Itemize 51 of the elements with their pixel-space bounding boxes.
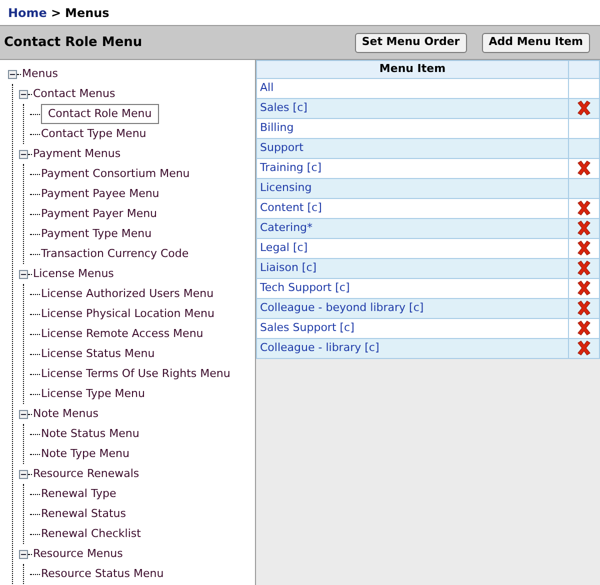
collapse-icon[interactable] (19, 470, 28, 478)
tree-item[interactable]: Renewal Checklist (41, 526, 141, 542)
column-header: Menu Item (256, 60, 568, 78)
collapse-icon[interactable] (19, 90, 28, 98)
delete-icon[interactable] (576, 260, 592, 276)
tree-item[interactable]: Payment Payee Menu (41, 186, 160, 202)
collapse-icon[interactable] (19, 270, 28, 278)
tree-item[interactable]: License Terms Of Use Rights Menu (41, 366, 230, 382)
delete-icon[interactable] (576, 320, 592, 336)
tree-item[interactable]: Resource Status Menu (41, 566, 164, 582)
tree-item[interactable]: License Menus (33, 266, 114, 282)
page-title: Contact Role Menu (4, 34, 144, 52)
tree-item[interactable]: Contact Menus (33, 86, 116, 102)
delete-icon[interactable] (576, 280, 592, 296)
delete-icon[interactable] (576, 160, 592, 176)
tree-item[interactable]: License Status Menu (41, 346, 155, 362)
tree-item[interactable]: License Remote Access Menu (41, 326, 204, 342)
tree-item[interactable]: Note Menus (33, 406, 98, 422)
tree-item[interactable]: License Physical Location Menu (41, 306, 214, 322)
tree-item[interactable]: Resource Renewals (33, 466, 140, 482)
collapse-icon[interactable] (19, 150, 28, 158)
menu-item-cell[interactable]: Colleague - library [c] (256, 338, 568, 358)
home-link[interactable]: Home (8, 4, 47, 22)
tree-item[interactable]: License Type Menu (41, 386, 145, 402)
tree-item[interactable]: Contact Type Menu (41, 126, 146, 142)
header-action-button[interactable]: Set Menu Order (354, 32, 467, 52)
header-action-button[interactable]: Add Menu Item (482, 32, 590, 52)
collapse-icon[interactable] (19, 410, 28, 418)
tree-item[interactable]: Renewal Status (41, 506, 126, 522)
tree-item[interactable]: License Authorized Users Menu (41, 286, 214, 302)
tree-item[interactable]: Payment Payer Menu (41, 206, 158, 222)
tree-item[interactable]: Menus (22, 66, 58, 82)
tree-item[interactable]: Payment Menus (33, 146, 121, 162)
delete-icon[interactable] (576, 100, 592, 116)
tree-item[interactable]: Payment Type Menu (41, 226, 152, 242)
delete-icon[interactable] (576, 340, 592, 356)
tree-item[interactable]: Payment Consortium Menu (41, 166, 190, 182)
tree-item[interactable]: Note Status Menu (41, 426, 140, 442)
collapse-icon[interactable] (19, 550, 28, 558)
breadcrumb-current: Menus (65, 4, 110, 22)
delete-icon[interactable] (576, 300, 592, 316)
tree-item[interactable]: Contact Role Menu (41, 104, 159, 124)
delete-icon[interactable] (576, 200, 592, 216)
collapse-icon[interactable] (8, 70, 17, 78)
delete-icon[interactable] (576, 220, 592, 236)
tree-item[interactable]: Resource Menus (33, 546, 123, 562)
breadcrumb-separator: > (50, 4, 61, 22)
tree-item[interactable]: Note Type Menu (41, 446, 130, 462)
tree-item[interactable]: Renewal Type (41, 486, 116, 502)
delete-icon[interactable] (576, 240, 592, 256)
tree-item[interactable]: Transaction Currency Code (41, 246, 189, 262)
